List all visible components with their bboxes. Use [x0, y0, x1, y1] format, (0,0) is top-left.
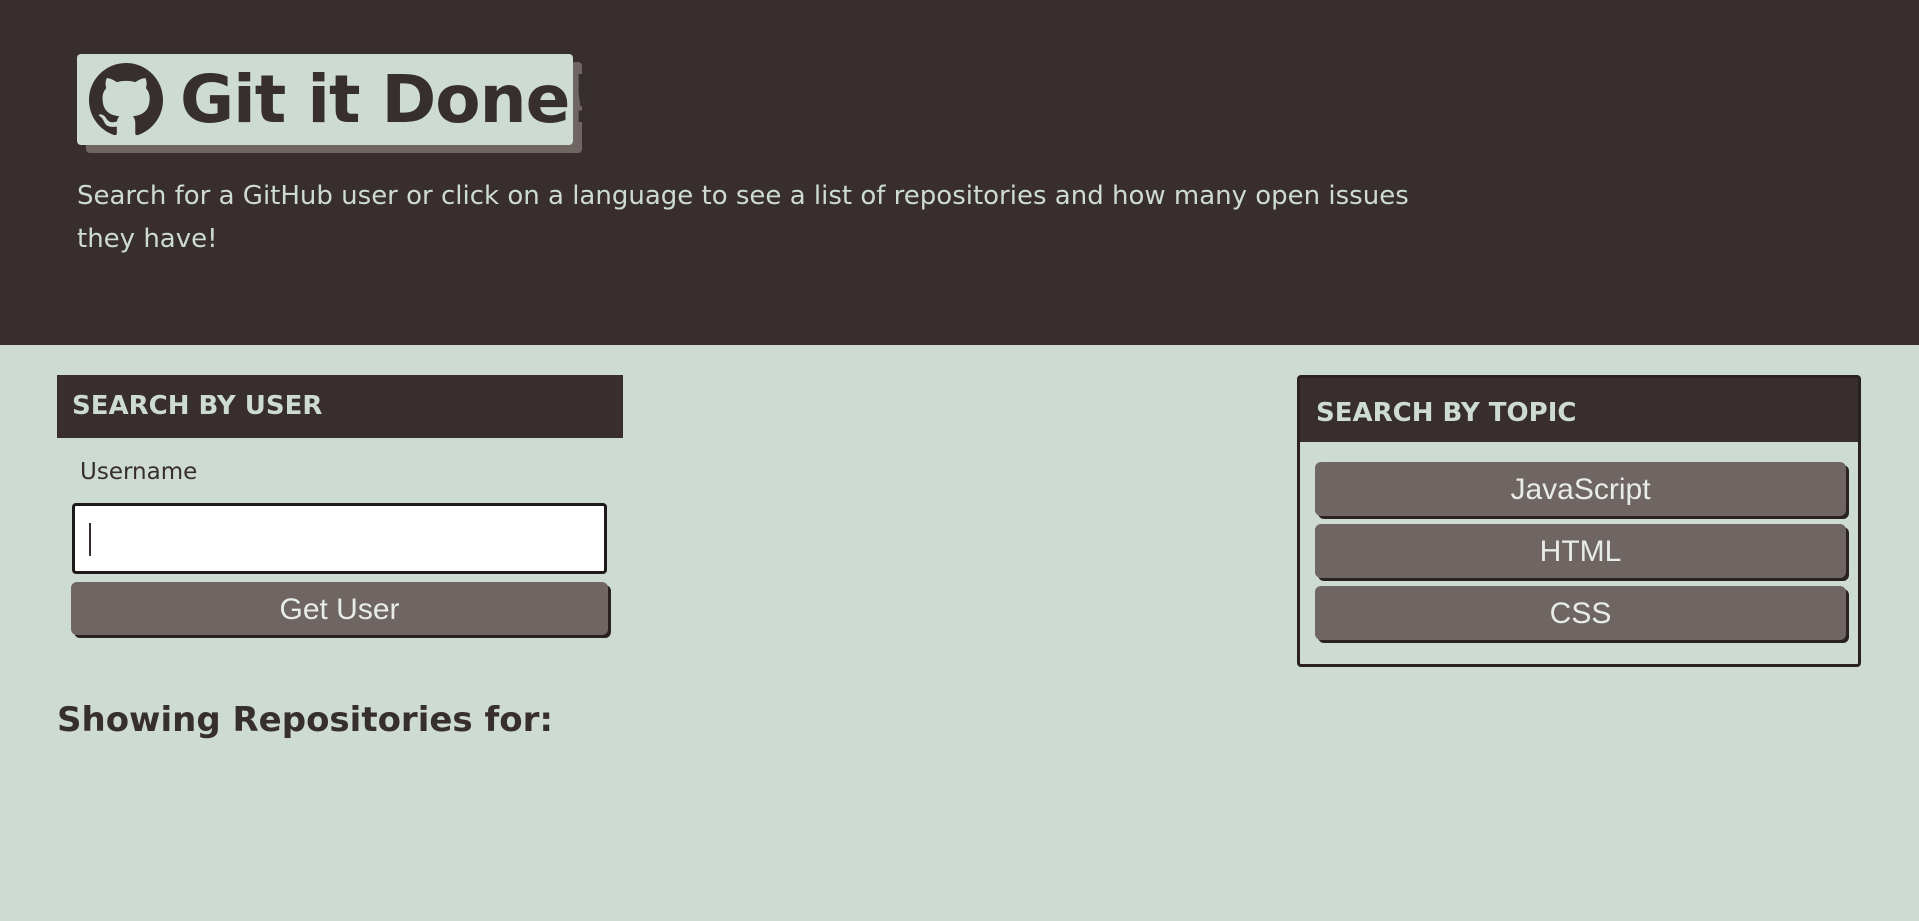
github-octocat-icon — [89, 62, 163, 137]
username-label: Username — [80, 459, 198, 485]
search-by-user-heading: SEARCH BY USER — [57, 375, 623, 438]
get-user-button[interactable]: Get User — [71, 582, 608, 635]
language-button-html[interactable]: HTML — [1315, 524, 1846, 578]
site-title: Git it Done! — [180, 61, 599, 138]
username-input[interactable] — [72, 503, 607, 574]
site-description: Search for a GitHub user or click on a l… — [77, 181, 1409, 254]
search-by-topic-panel: SEARCH BY TOPIC JavaScript HTML CSS — [1297, 375, 1861, 667]
language-button-list: JavaScript HTML CSS — [1300, 442, 1858, 640]
language-button-css[interactable]: CSS — [1315, 586, 1846, 640]
search-by-user-panel: SEARCH BY USER Username Get User — [57, 375, 623, 635]
repo-results-heading: Showing Repositories for: — [57, 700, 554, 740]
language-button-javascript[interactable]: JavaScript — [1315, 462, 1846, 516]
site-logo: Git it Done! — [77, 54, 599, 145]
search-by-topic-heading: SEARCH BY TOPIC — [1300, 378, 1858, 442]
text-cursor — [89, 523, 91, 556]
hero-header: Git it Done! Search for a GitHub user or… — [0, 0, 1919, 345]
